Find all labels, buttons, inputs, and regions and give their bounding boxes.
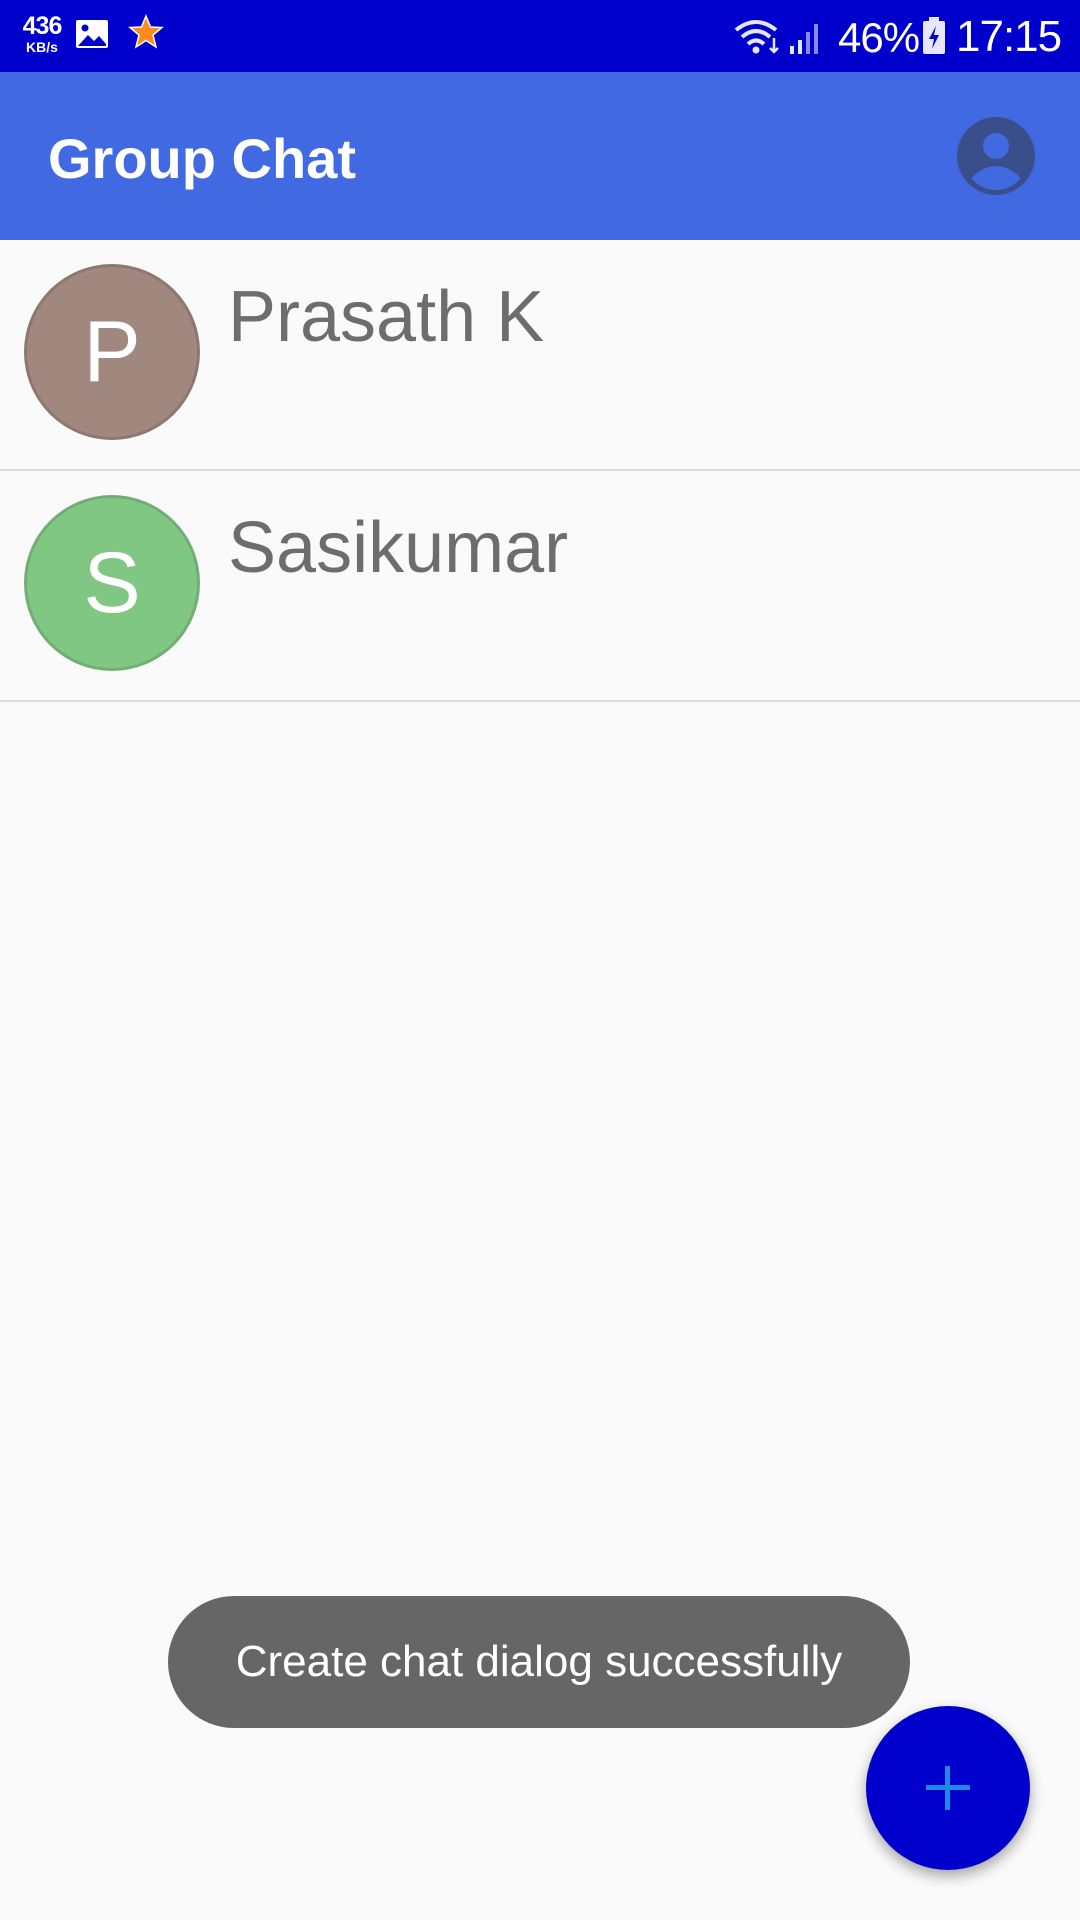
battery-percentage: 46% bbox=[838, 14, 920, 61]
wifi-icon bbox=[732, 16, 784, 61]
avatar: P bbox=[24, 264, 200, 440]
plus-icon bbox=[926, 1766, 970, 1810]
battery-icon bbox=[920, 16, 948, 61]
clock: 17:15 bbox=[956, 12, 1062, 61]
signal-icon bbox=[788, 16, 828, 61]
network-speed-value: 436 bbox=[22, 12, 63, 40]
star-icon bbox=[128, 14, 164, 55]
app-bar: Group Chat bbox=[0, 72, 1080, 240]
profile-button[interactable] bbox=[956, 116, 1036, 196]
network-speed: 436 KB/s bbox=[18, 12, 66, 55]
screen: 436 KB/s 46% 17:15 Group Chat P Prasath … bbox=[0, 0, 1080, 1920]
app-title: Group Chat bbox=[48, 127, 356, 190]
chat-list-item[interactable]: S Sasikumar bbox=[0, 471, 1080, 702]
account-circle-icon bbox=[957, 117, 1035, 195]
chat-list-item[interactable]: P Prasath K bbox=[0, 240, 1080, 471]
toast-message: Create chat dialog successfully bbox=[168, 1596, 910, 1728]
add-chat-button[interactable] bbox=[866, 1706, 1030, 1870]
chat-list: P Prasath K S Sasikumar bbox=[0, 240, 1080, 702]
chat-name: Prasath K bbox=[228, 277, 545, 357]
chat-name: Sasikumar bbox=[228, 508, 569, 588]
avatar: S bbox=[24, 495, 200, 671]
image-icon bbox=[74, 16, 110, 57]
status-bar: 436 KB/s 46% 17:15 bbox=[0, 0, 1080, 72]
network-speed-unit: KB/s bbox=[26, 39, 58, 55]
